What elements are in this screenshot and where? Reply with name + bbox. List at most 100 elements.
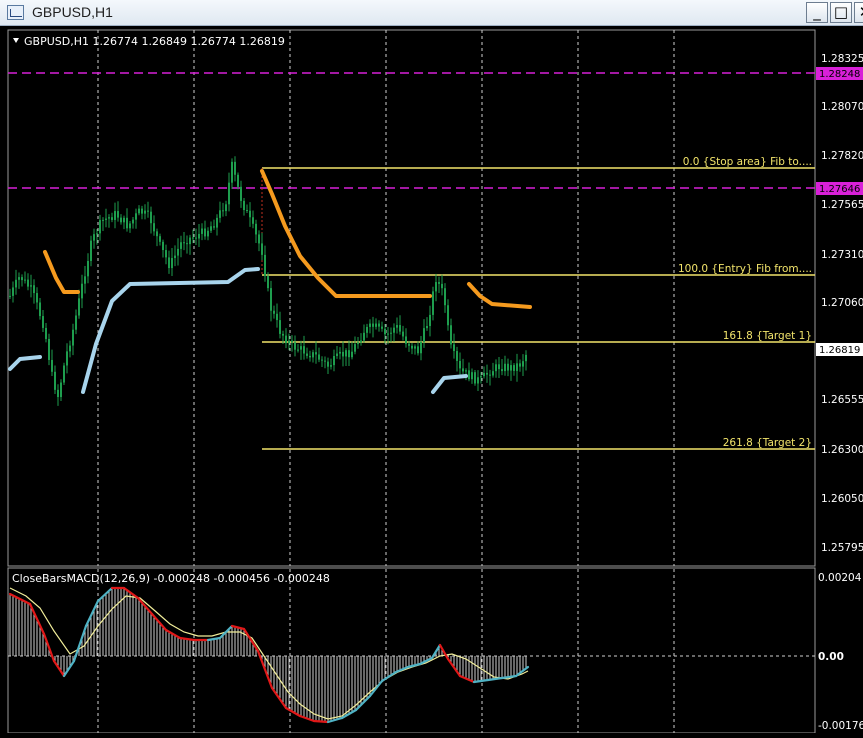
fib-label-entry: 100.0 {Entry} Fib from.... [678, 263, 812, 275]
candle-body [360, 340, 362, 343]
candle-body [186, 243, 188, 245]
candle-body [234, 161, 236, 175]
candle-body [33, 285, 35, 294]
candle-body [429, 314, 431, 327]
candle-body [105, 218, 107, 220]
level-price-label-upper: 1.28248 [819, 69, 860, 80]
candle-body [483, 372, 485, 377]
candle-body [42, 316, 44, 328]
candle-body [510, 365, 512, 371]
candle-body [36, 293, 38, 303]
candle-body [129, 223, 131, 229]
candle-body [90, 240, 92, 261]
candle-body [222, 210, 224, 212]
chart-window-icon [7, 5, 24, 20]
candle-body [180, 242, 182, 249]
candle-body [480, 376, 482, 378]
candle-body [57, 389, 59, 398]
chart-area[interactable]: 0.0 {Stop area} Fib to.... 100.0 {Entry}… [0, 26, 863, 734]
candle-body [168, 257, 170, 269]
macd-axis: 0.00204 0.00 -0.00176 [818, 572, 863, 732]
candle-body [297, 349, 299, 351]
price-axis-label: 1.27565 [821, 199, 863, 211]
candle-body [138, 208, 140, 214]
candle-body [150, 211, 152, 224]
close-button[interactable]: ✕ [854, 2, 863, 23]
candle-body [465, 370, 467, 372]
candle-body [336, 353, 338, 357]
candle-body [345, 350, 347, 357]
candle-body [282, 333, 284, 336]
candle-body [153, 223, 155, 232]
candle-body [438, 282, 440, 284]
candle-body [348, 350, 350, 358]
price-axis-label: 1.28325 [821, 53, 863, 65]
candle-body [318, 354, 320, 360]
candle-body [198, 233, 200, 239]
candle-body [87, 260, 89, 277]
candle-body [522, 361, 524, 367]
candle-body [366, 326, 368, 333]
candle-body [381, 326, 383, 329]
candle-body [489, 374, 491, 376]
candle-body [78, 298, 80, 316]
candle-body [342, 351, 344, 357]
candle-body [471, 372, 473, 380]
candle-body [9, 295, 11, 297]
candle-body [219, 210, 221, 218]
candle-body [309, 355, 311, 358]
candle-body [441, 283, 443, 289]
candle-body [285, 335, 287, 344]
candle-body [258, 234, 260, 244]
candle-body [108, 217, 110, 219]
candle-body [408, 343, 410, 346]
candle-body [339, 351, 341, 354]
current-price-label: 1.26819 [819, 345, 860, 356]
candle-body [354, 344, 356, 352]
candle-body [525, 354, 527, 362]
candle-body [201, 228, 203, 234]
candle-body [420, 341, 422, 354]
price-axis-label: 1.27310 [821, 249, 863, 261]
candle-body [84, 276, 86, 284]
candle-body [237, 174, 239, 187]
candle-body [114, 211, 116, 220]
minimize-button[interactable]: _ [806, 2, 828, 23]
candle-body [60, 382, 62, 398]
candle-body [126, 217, 128, 229]
candle-body [156, 231, 158, 237]
candle-body [312, 352, 314, 358]
candle-body [135, 213, 137, 220]
maximize-button[interactable]: □ [830, 2, 852, 23]
candle-body [246, 210, 248, 212]
candle-body [54, 371, 56, 390]
candle-body [228, 182, 230, 205]
candle-body [132, 219, 134, 224]
candle-body [63, 365, 65, 383]
candle-body [414, 346, 416, 349]
candle-body [399, 325, 401, 332]
candle-body [315, 352, 317, 355]
candle-body [210, 226, 212, 231]
price-axis-label: 1.27820 [821, 150, 863, 162]
candle-body [300, 346, 302, 350]
candle-body [120, 217, 122, 223]
candle-body [75, 315, 77, 330]
candle-body [243, 200, 245, 211]
candle-body [444, 288, 446, 306]
candle-body [378, 323, 380, 327]
chart-info-line: GBPUSD,H1 1.26774 1.26849 1.26774 1.2681… [24, 35, 285, 48]
candle-body [435, 282, 437, 292]
candle-body [504, 363, 506, 372]
macd-main-segment [312, 719, 330, 724]
candle-body [387, 333, 389, 335]
candle-body [195, 237, 197, 239]
candle-body [27, 279, 29, 287]
candle-body [276, 313, 278, 321]
candle-body [507, 363, 509, 371]
candle-body [213, 226, 215, 228]
candle-body [432, 291, 434, 315]
candle-body [171, 258, 173, 269]
candle-body [225, 204, 227, 212]
candle-body [99, 220, 101, 234]
